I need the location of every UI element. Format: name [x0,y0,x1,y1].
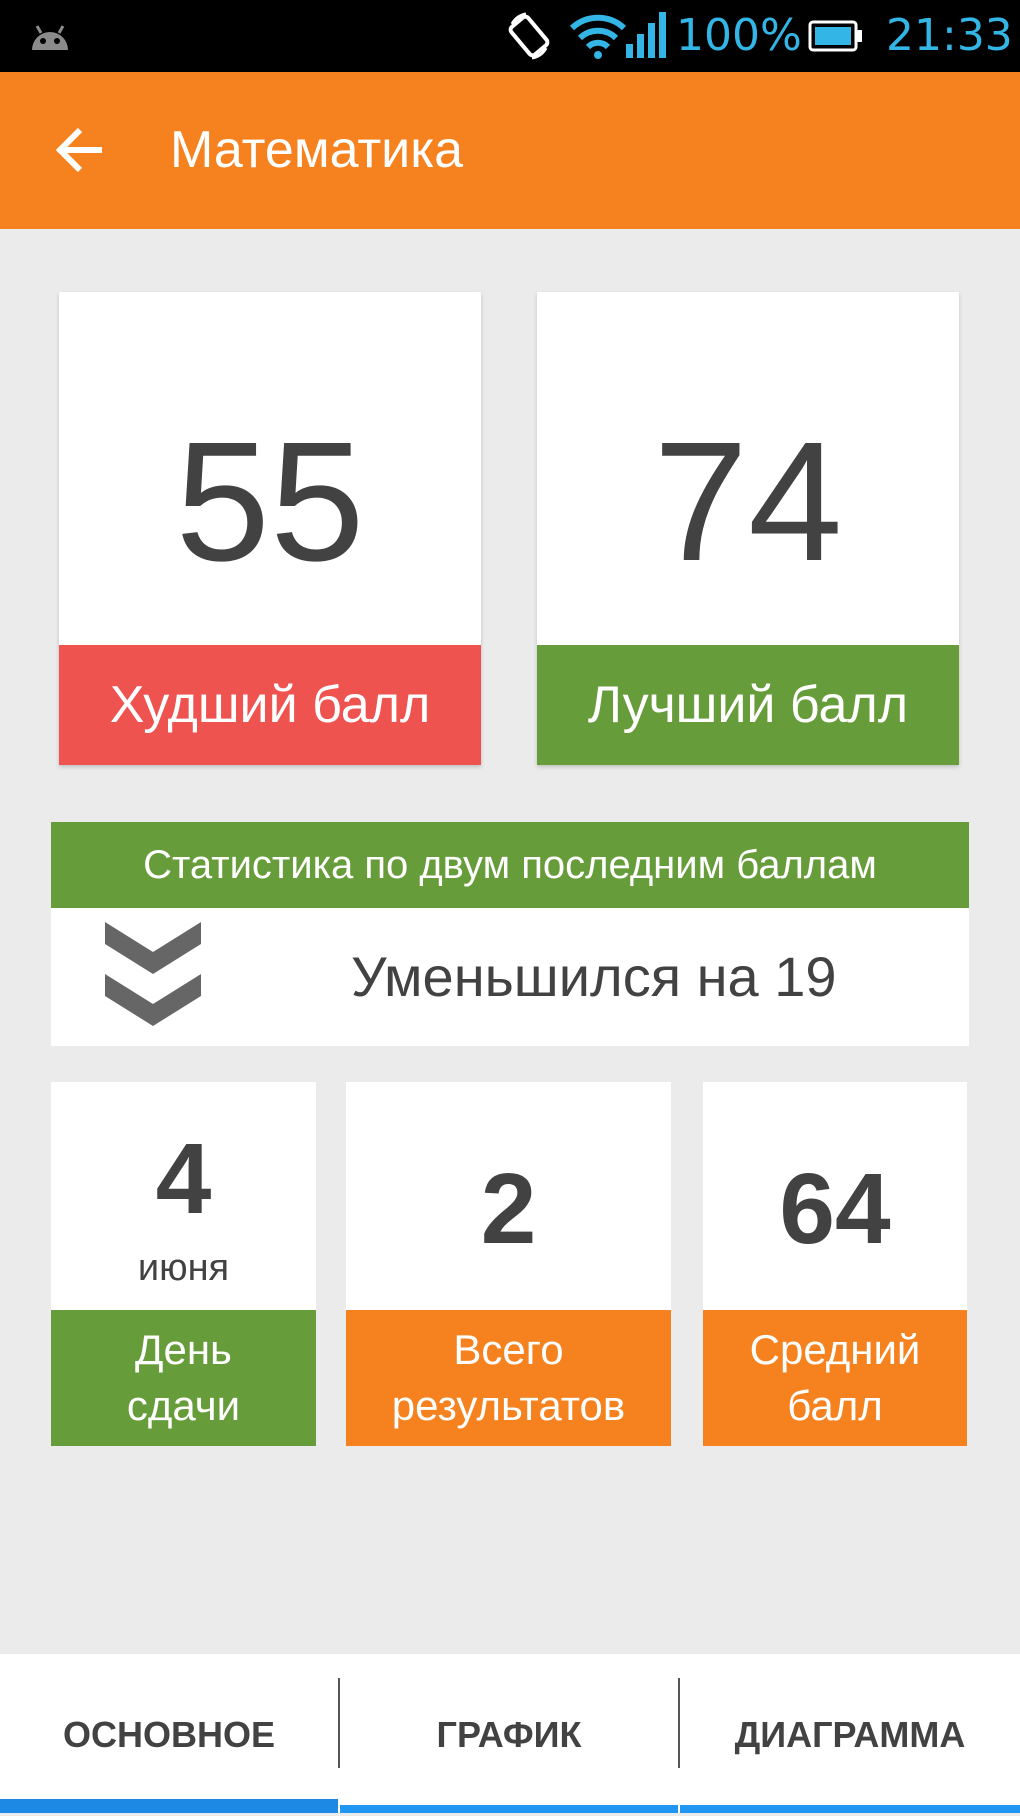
stats-change-text: Уменьшился на 19 [351,945,837,1008]
total-results-label: Всего результатов [346,1310,671,1446]
tab-indicator-strip [680,1805,1020,1813]
android-notification-icon [32,25,68,50]
best-score-value: 74 [653,407,843,597]
exam-day-value: 4 [155,1123,212,1235]
signal-icon [626,12,666,58]
total-results-card: 2 Всего результатов [346,1082,671,1446]
average-score-value: 64 [779,1153,891,1265]
exam-day-label: День сдачи [51,1310,316,1446]
battery-percent: 100% [676,10,802,61]
best-score-card: 74 Лучший балл [537,292,959,765]
tab-indicator-strip [340,1805,678,1813]
active-tab-indicator [0,1799,338,1813]
stats-header: Статистика по двум последним баллам [51,822,969,908]
back-arrow-icon[interactable] [54,124,106,176]
exam-month: июня [137,1247,230,1289]
screen-rotation-icon [508,12,550,60]
page-title: Математика [170,121,464,179]
bottom-tab-bar: ОСНОВНОЕ ГРАФИК ДИАГРАММА [0,1654,1020,1813]
app-bar: Математика [0,72,1020,229]
total-results-value: 2 [480,1153,537,1265]
clock: 21:33 [886,10,1013,61]
status-bar: 100% 21:33 [0,0,1020,72]
tab-main[interactable]: ОСНОВНОЕ [0,1654,338,1813]
average-score-card: 64 Средний балл [703,1082,967,1446]
worst-score-card: 55 Худший балл [59,292,481,765]
worst-score-label: Худший балл [59,645,481,765]
tab-diagram[interactable]: ДИАГРАММА [680,1654,1020,1813]
battery-icon [808,20,862,52]
tab-graph[interactable]: ГРАФИК [340,1654,678,1813]
double-chevron-down-icon [105,922,201,1026]
wifi-icon [570,14,626,59]
worst-score-value: 55 [175,407,365,597]
average-score-label: Средний балл [703,1310,967,1446]
best-score-label: Лучший балл [537,645,959,765]
stats-panel: Уменьшился на 19 [51,908,969,1046]
exam-day-card: 4 июня День сдачи [51,1082,316,1446]
